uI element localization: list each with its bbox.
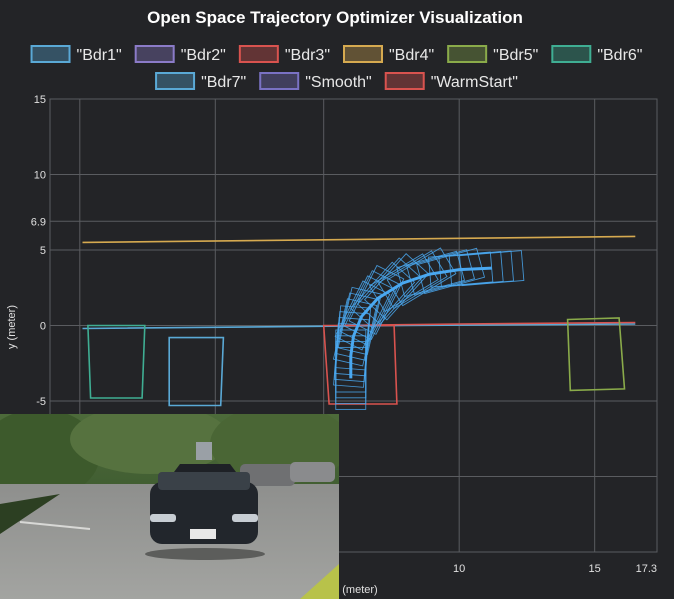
legend-label: "Bdr5" xyxy=(493,47,538,64)
legend-swatch xyxy=(343,45,383,63)
y-axis-label: y (meter) xyxy=(6,305,18,349)
x-tick-label: 17.3 xyxy=(636,563,657,575)
roof-lidar xyxy=(196,442,212,460)
legend-label: "Bdr6" xyxy=(597,47,642,64)
car-windshield xyxy=(158,472,250,490)
y-tick-label: 15 xyxy=(34,94,46,106)
camera-photo-inset xyxy=(0,414,339,599)
license-plate xyxy=(190,529,216,539)
x-axis-label: (meter) xyxy=(342,584,377,596)
chart-title: Open Space Trajectory Optimizer Visualiz… xyxy=(147,8,523,27)
legend-item[interactable]: "Bdr2" xyxy=(134,45,226,64)
legend-item[interactable]: "Bdr6" xyxy=(551,45,642,64)
y-tick-label: 5 xyxy=(40,245,46,257)
legend-label: "Bdr1" xyxy=(77,47,122,64)
legend-item[interactable]: "Smooth" xyxy=(259,72,372,91)
legend-swatch xyxy=(259,72,300,90)
legend-swatch xyxy=(134,45,175,63)
legend-label: "WarmStart" xyxy=(431,74,518,91)
legend-swatch xyxy=(238,45,279,63)
legend-item[interactable]: "WarmStart" xyxy=(384,72,518,91)
y-tick-label: 6.9 xyxy=(31,216,46,228)
y-tick-label: -5 xyxy=(36,396,46,408)
legend-swatch xyxy=(30,45,71,63)
legend-swatch xyxy=(155,72,196,90)
x-tick-label: 15 xyxy=(589,563,601,575)
legend-label: "Smooth" xyxy=(305,74,372,91)
legend-item[interactable]: "Bdr5" xyxy=(447,45,538,64)
legend-swatch xyxy=(384,72,425,90)
legend-item[interactable]: "Bdr7" xyxy=(155,72,246,91)
legend-item[interactable]: "Bdr4" xyxy=(343,45,434,64)
x-tick-label: 10 xyxy=(453,563,465,575)
y-tick-label: 10 xyxy=(34,170,46,182)
car-shadow xyxy=(145,548,265,560)
autonomous-car-photo xyxy=(0,414,339,599)
car-headlight xyxy=(150,514,176,522)
legend-swatch xyxy=(551,45,592,63)
legend-item[interactable]: "Bdr3" xyxy=(238,45,330,64)
car-headlight xyxy=(232,514,258,522)
legend-label: "Bdr7" xyxy=(201,74,246,91)
legend-label: "Bdr3" xyxy=(285,47,330,64)
parked-car xyxy=(290,462,335,482)
legend-swatch xyxy=(447,45,488,63)
legend-item[interactable]: "Bdr1" xyxy=(30,45,122,64)
legend-label: "Bdr4" xyxy=(389,47,434,64)
legend-label: "Bdr2" xyxy=(181,47,226,64)
y-tick-label: 0 xyxy=(40,321,46,333)
